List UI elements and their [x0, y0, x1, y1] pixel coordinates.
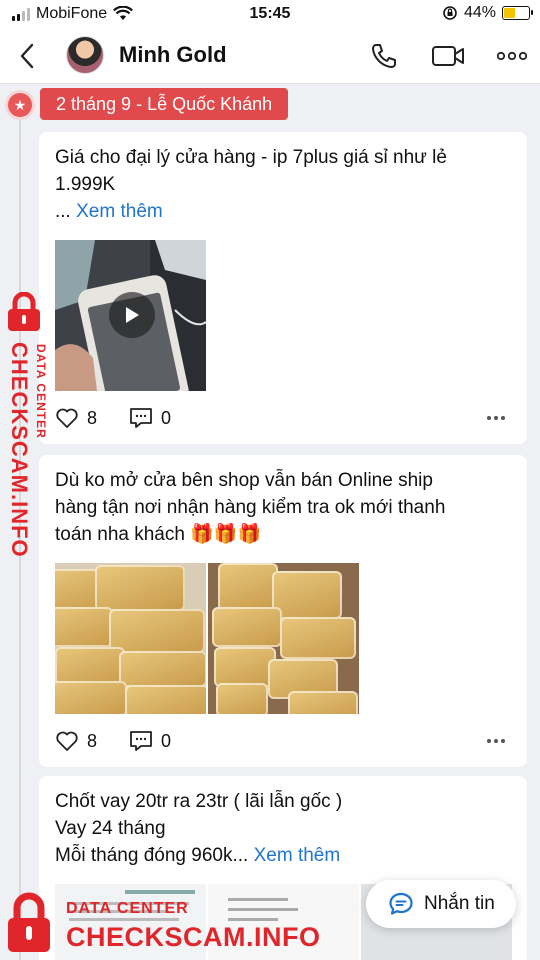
post-photo-2[interactable]	[208, 563, 359, 714]
orientation-lock-icon	[443, 6, 457, 20]
post-text-line: Dù ko mở cửa bên shop vẫn bán Online shi…	[55, 470, 433, 491]
lock-icon	[8, 892, 50, 952]
post-text-line: Chốt vay 20tr ra 23tr ( lãi lẫn gốc )	[55, 791, 343, 812]
chat-icon	[389, 892, 413, 915]
heart-icon	[56, 408, 78, 428]
watermark-small-vertical: DATA CENTER	[34, 344, 48, 439]
call-button[interactable]	[366, 38, 402, 74]
watermark-side: CHECKSCAM.INFO DATA CENTER	[2, 292, 48, 558]
post-text-line: 1.999K	[55, 174, 116, 195]
contact-name[interactable]: Minh Gold	[119, 42, 227, 68]
play-button[interactable]	[109, 292, 155, 338]
post-more-icon[interactable]	[487, 739, 505, 743]
post-card-1[interactable]: Giá cho đại lý cửa hàng - ip 7plus giá s…	[39, 132, 527, 444]
post-text: Dù ko mở cửa bên shop vẫn bán Online shi…	[55, 467, 445, 548]
comment-count: 0	[161, 407, 172, 428]
post-actions: 8 0	[55, 728, 203, 754]
watermark-small: DATA CENTER	[66, 900, 189, 917]
comment-count: 0	[161, 730, 172, 751]
avatar[interactable]	[66, 36, 104, 74]
battery-icon	[502, 6, 533, 20]
lock-icon	[8, 292, 40, 331]
video-call-button[interactable]	[430, 38, 466, 74]
post-text: Giá cho đại lý cửa hàng - ip 7plus giá s…	[55, 144, 447, 225]
status-right: 44%	[442, 4, 533, 22]
watermark-big: CHECKSCAM.INFO	[66, 922, 321, 952]
heart-icon	[56, 731, 78, 751]
post-text-line: hàng tận nơi nhận hàng kiểm tra ok mới t…	[55, 497, 446, 518]
message-button-label: Nhắn tin	[424, 893, 495, 914]
post-text-line: Mỗi tháng đóng 960k...	[55, 845, 254, 866]
post-photo-1[interactable]	[55, 563, 206, 714]
message-button[interactable]: Nhắn tin	[366, 880, 516, 928]
back-button[interactable]	[12, 40, 42, 72]
post-card-2[interactable]: Dù ko mở cửa bên shop vẫn bán Online shi…	[39, 455, 527, 767]
post-text-line: Vay 24 tháng	[55, 818, 166, 839]
date-label: 2 tháng 9 - Lễ Quốc Khánh	[40, 88, 289, 120]
see-more-link[interactable]: Xem thêm	[76, 201, 163, 222]
watermark-bottom: DATA CENTER CHECKSCAM.INFO	[0, 888, 340, 960]
chat-header: Minh Gold	[0, 28, 540, 84]
video-call-icon	[432, 46, 464, 66]
post-actions: 8 0	[55, 405, 203, 431]
comment-icon	[130, 731, 152, 751]
star-icon: ★	[5, 90, 35, 120]
more-options-button[interactable]	[494, 38, 530, 74]
like-button[interactable]: 8	[55, 407, 97, 429]
more-icon	[496, 51, 528, 61]
like-count: 8	[87, 407, 98, 428]
like-button[interactable]: 8	[55, 730, 97, 752]
battery-percent: 44%	[463, 4, 496, 21]
like-count: 8	[87, 730, 98, 751]
status-bar: MobiFone 15:45 44%	[0, 0, 540, 28]
see-more-link[interactable]: Xem thêm	[254, 845, 341, 866]
ellipsis: ...	[55, 201, 77, 222]
post-text-line: toán nha khách 🎁🎁🎁	[55, 524, 262, 545]
post-text: Chốt vay 20tr ra 23tr ( lãi lẫn gốc ) Va…	[55, 788, 342, 869]
play-icon	[126, 307, 139, 323]
comment-button[interactable]: 0	[129, 407, 171, 429]
post-text-line: Giá cho đại lý cửa hàng - ip 7plus giá s…	[55, 147, 447, 168]
video-thumbnail[interactable]	[55, 240, 206, 391]
phone-icon	[372, 44, 396, 68]
back-icon	[20, 43, 34, 69]
watermark-big-vertical: CHECKSCAM.INFO	[7, 342, 32, 558]
post-more-icon[interactable]	[487, 416, 505, 420]
comment-button[interactable]: 0	[129, 730, 171, 752]
comment-icon	[130, 408, 152, 428]
